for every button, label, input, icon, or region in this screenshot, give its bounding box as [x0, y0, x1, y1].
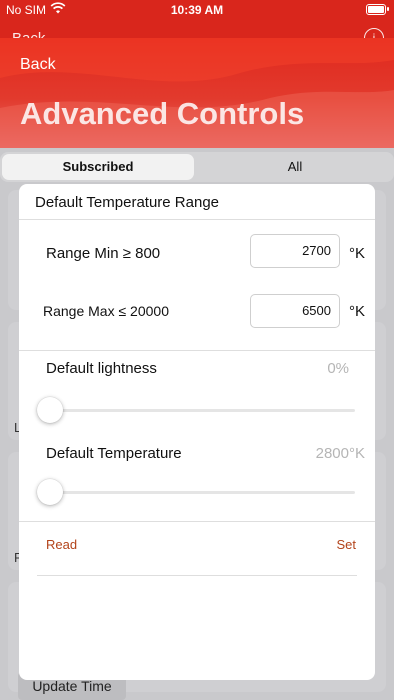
range-min-label: Range Min ≥ 800	[46, 245, 161, 262]
lightness-label: Default lightness	[46, 360, 157, 377]
page-title: Advanced Controls	[20, 96, 305, 131]
temperature-slider-thumb[interactable]	[37, 479, 63, 505]
sheet-title: Default Temperature Range	[35, 194, 219, 211]
range-min-unit: °K	[349, 245, 366, 262]
divider	[19, 219, 375, 220]
navigation-header: Back Advanced Controls	[0, 38, 394, 148]
range-min-input[interactable]: 2700	[250, 234, 340, 268]
clock: 10:39 AM	[170, 3, 224, 17]
range-max-label: Range Max ≤ 20000	[43, 303, 169, 319]
read-button[interactable]: Read	[46, 537, 77, 552]
segment-subscribed[interactable]: Subscribed	[2, 154, 194, 180]
temperature-value: 2800°K	[315, 445, 365, 462]
segmented-control: Subscribed All	[0, 152, 394, 182]
lightness-slider-thumb[interactable]	[37, 397, 63, 423]
temperature-range-sheet: Default Temperature Range Range Min ≥ 80…	[19, 184, 375, 680]
divider	[37, 575, 357, 576]
temperature-label: Default Temperature	[46, 445, 182, 462]
temperature-slider-track[interactable]	[37, 491, 355, 494]
range-max-input[interactable]: 6500	[250, 294, 340, 328]
battery-icon	[366, 4, 389, 15]
set-button[interactable]: Set	[336, 537, 356, 552]
range-max-unit: °K	[349, 303, 366, 320]
divider	[19, 521, 375, 522]
back-button[interactable]: Back	[20, 56, 56, 74]
status-bar: No SIM 10:39 AM	[0, 0, 394, 20]
segment-all[interactable]: All	[198, 154, 392, 180]
lightness-slider-track[interactable]	[37, 409, 355, 412]
divider	[19, 350, 375, 351]
lightness-value: 0%	[327, 360, 349, 377]
